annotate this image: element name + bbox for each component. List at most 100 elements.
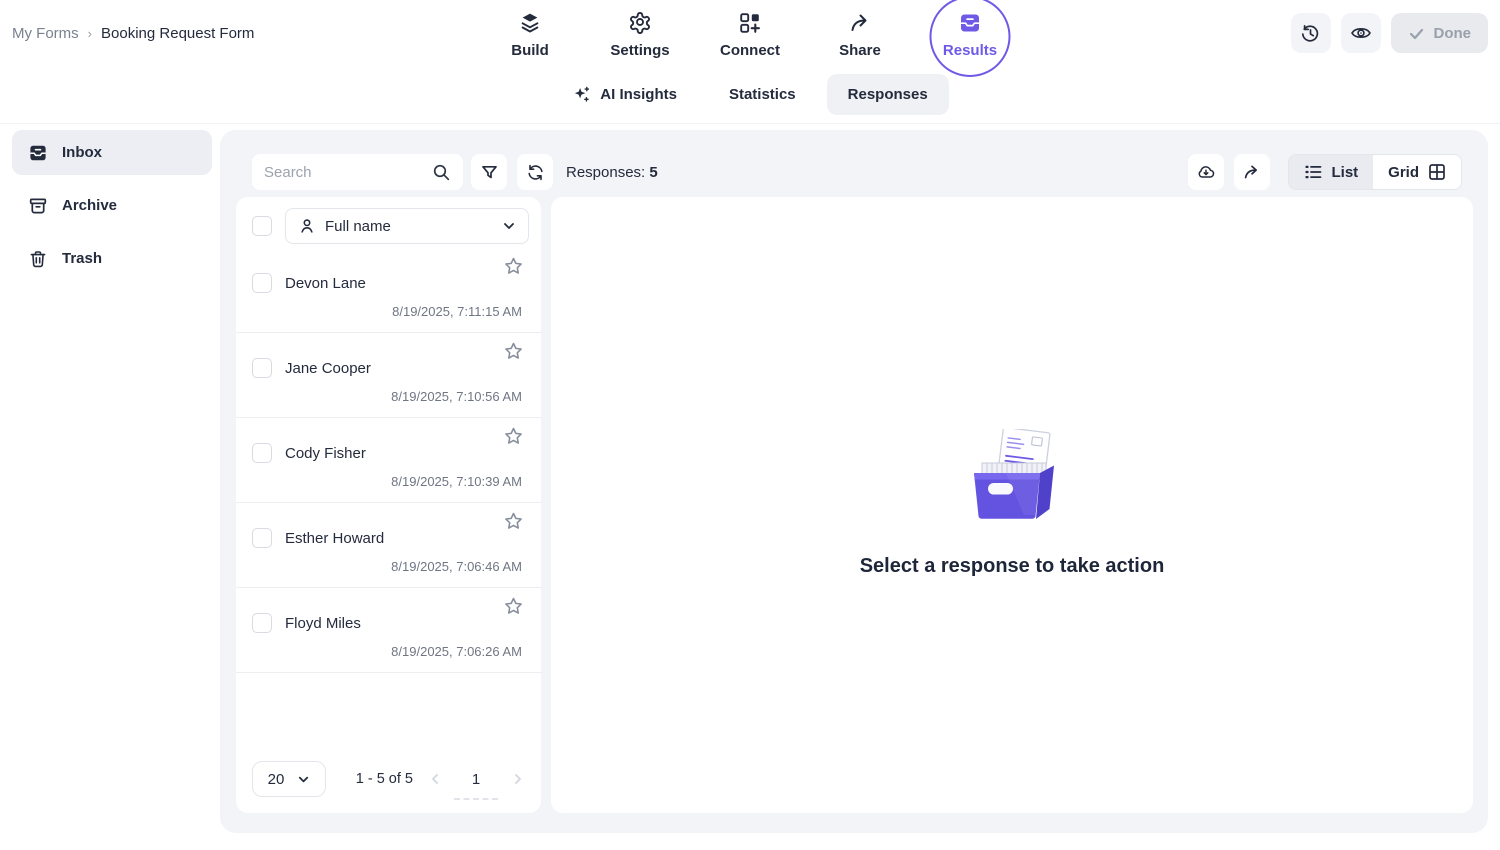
nav-item-build[interactable]: Build bbox=[497, 0, 563, 59]
nav-item-share[interactable]: Share bbox=[827, 0, 893, 59]
inbox-icon bbox=[28, 143, 48, 163]
column-selector-label: Full name bbox=[325, 218, 493, 235]
nav-label-settings: Settings bbox=[610, 42, 669, 59]
select-all-checkbox[interactable] bbox=[252, 216, 272, 236]
search-icon[interactable] bbox=[432, 163, 451, 182]
responses-list-panel: Full name Devon Lane 8/19/2025, 7:11:15 … bbox=[236, 197, 541, 813]
sidebar-item-archive[interactable]: Archive bbox=[12, 183, 212, 228]
response-name: Devon Lane bbox=[285, 275, 366, 292]
response-row[interactable]: Cody Fisher 8/19/2025, 7:10:39 AM bbox=[236, 418, 541, 503]
trash-icon bbox=[28, 249, 48, 269]
archive-icon bbox=[28, 196, 48, 216]
column-selector-dropdown[interactable]: Full name bbox=[285, 208, 529, 244]
next-page-icon[interactable] bbox=[511, 772, 525, 786]
response-timestamp: 8/19/2025, 7:06:26 AM bbox=[252, 644, 523, 659]
row-checkbox[interactable] bbox=[252, 443, 272, 463]
view-toggle-grid[interactable]: Grid bbox=[1373, 155, 1461, 189]
refresh-icon bbox=[526, 163, 545, 182]
tab-responses[interactable]: Responses bbox=[827, 74, 949, 115]
nav-item-settings[interactable]: Settings bbox=[607, 0, 673, 59]
response-detail-panel: Select a response to take action bbox=[551, 197, 1473, 813]
list-view-icon bbox=[1304, 163, 1322, 181]
responses-card: Responses: 5 List bbox=[220, 130, 1488, 833]
response-name: Esther Howard bbox=[285, 530, 384, 547]
nav-label-connect: Connect bbox=[720, 42, 780, 59]
folders-sidebar: Inbox Archive Trash bbox=[12, 130, 212, 281]
top-nav: Build Settings Connect Share Results bbox=[497, 0, 1003, 59]
response-timestamp: 8/19/2025, 7:11:15 AM bbox=[252, 304, 523, 319]
response-row[interactable]: Jane Cooper 8/19/2025, 7:10:56 AM bbox=[236, 333, 541, 418]
nav-label-results: Results bbox=[943, 42, 997, 59]
current-page[interactable]: 1 bbox=[456, 771, 496, 788]
history-button[interactable] bbox=[1291, 13, 1331, 53]
tab-statistics[interactable]: Statistics bbox=[708, 74, 817, 115]
star-icon[interactable] bbox=[503, 256, 524, 277]
gear-icon bbox=[628, 11, 652, 35]
pagination: 20 1 - 5 of 5 1 bbox=[236, 747, 541, 813]
search-input[interactable] bbox=[264, 164, 424, 181]
done-button[interactable]: Done bbox=[1391, 13, 1489, 53]
star-icon[interactable] bbox=[503, 511, 524, 532]
empty-state: Select a response to take action bbox=[860, 429, 1165, 578]
filter-icon bbox=[480, 163, 499, 182]
toolbar-right: List Grid bbox=[1188, 154, 1462, 190]
star-icon[interactable] bbox=[503, 426, 524, 447]
responses-toolbar: Responses: 5 List bbox=[252, 154, 1462, 190]
page-size-dropdown[interactable]: 20 bbox=[252, 761, 326, 797]
check-icon bbox=[1408, 25, 1425, 42]
tab-statistics-label: Statistics bbox=[729, 86, 796, 103]
row-checkbox[interactable] bbox=[252, 358, 272, 378]
sidebar-item-trash[interactable]: Trash bbox=[12, 236, 212, 281]
row-checkbox[interactable] bbox=[252, 528, 272, 548]
preview-button[interactable] bbox=[1341, 13, 1381, 53]
filter-button[interactable] bbox=[471, 154, 507, 190]
layers-icon bbox=[518, 11, 542, 35]
responses-count-label: Responses: bbox=[566, 164, 645, 181]
file-box-illustration bbox=[962, 429, 1062, 527]
response-row[interactable]: Devon Lane 8/19/2025, 7:11:15 AM bbox=[236, 248, 541, 333]
breadcrumb: My Forms › Booking Request Form bbox=[12, 0, 254, 66]
view-toggle-list-label: List bbox=[1331, 164, 1358, 181]
download-button[interactable] bbox=[1188, 154, 1224, 190]
response-row[interactable]: Floyd Miles 8/19/2025, 7:06:26 AM bbox=[236, 588, 541, 673]
tab-ai-insights-label: AI Insights bbox=[600, 86, 677, 103]
sidebar-item-inbox-label: Inbox bbox=[62, 144, 102, 161]
row-checkbox[interactable] bbox=[252, 613, 272, 633]
responses-count-value: 5 bbox=[649, 164, 657, 181]
cloud-download-icon bbox=[1196, 162, 1216, 182]
search-box[interactable] bbox=[252, 154, 463, 190]
eye-icon bbox=[1350, 22, 1372, 44]
response-timestamp: 8/19/2025, 7:10:56 AM bbox=[252, 389, 523, 404]
row-checkbox[interactable] bbox=[252, 273, 272, 293]
sidebar-item-inbox[interactable]: Inbox bbox=[12, 130, 212, 175]
connect-squares-icon bbox=[738, 11, 762, 35]
history-icon bbox=[1300, 23, 1321, 44]
sparkles-icon bbox=[572, 85, 591, 104]
star-icon[interactable] bbox=[503, 341, 524, 362]
breadcrumb-separator: › bbox=[88, 26, 92, 41]
tab-responses-label: Responses bbox=[848, 86, 928, 103]
nav-item-results[interactable]: Results bbox=[937, 0, 1003, 59]
response-timestamp: 8/19/2025, 7:06:46 AM bbox=[252, 559, 523, 574]
response-name: Jane Cooper bbox=[285, 360, 371, 377]
empty-state-message: Select a response to take action bbox=[860, 555, 1165, 578]
view-toggle-list[interactable]: List bbox=[1289, 155, 1373, 189]
export-button[interactable] bbox=[1234, 154, 1270, 190]
star-icon[interactable] bbox=[503, 596, 524, 617]
sidebar-item-archive-label: Archive bbox=[62, 197, 117, 214]
breadcrumb-form-title: Booking Request Form bbox=[101, 25, 254, 42]
prev-page-icon[interactable] bbox=[428, 772, 442, 786]
view-toggle-grid-label: Grid bbox=[1388, 164, 1419, 181]
person-icon bbox=[298, 217, 316, 235]
view-toggle: List Grid bbox=[1288, 154, 1462, 190]
nav-item-connect[interactable]: Connect bbox=[717, 0, 783, 59]
response-name: Floyd Miles bbox=[285, 615, 361, 632]
refresh-button[interactable] bbox=[517, 154, 553, 190]
breadcrumb-my-forms[interactable]: My Forms bbox=[12, 25, 79, 42]
page-size-value: 20 bbox=[268, 771, 285, 788]
tab-ai-insights[interactable]: AI Insights bbox=[551, 73, 698, 116]
done-label: Done bbox=[1434, 25, 1472, 42]
nav-label-build: Build bbox=[511, 42, 549, 59]
response-row[interactable]: Esther Howard 8/19/2025, 7:06:46 AM bbox=[236, 503, 541, 588]
inbox-tray-icon bbox=[958, 11, 982, 35]
